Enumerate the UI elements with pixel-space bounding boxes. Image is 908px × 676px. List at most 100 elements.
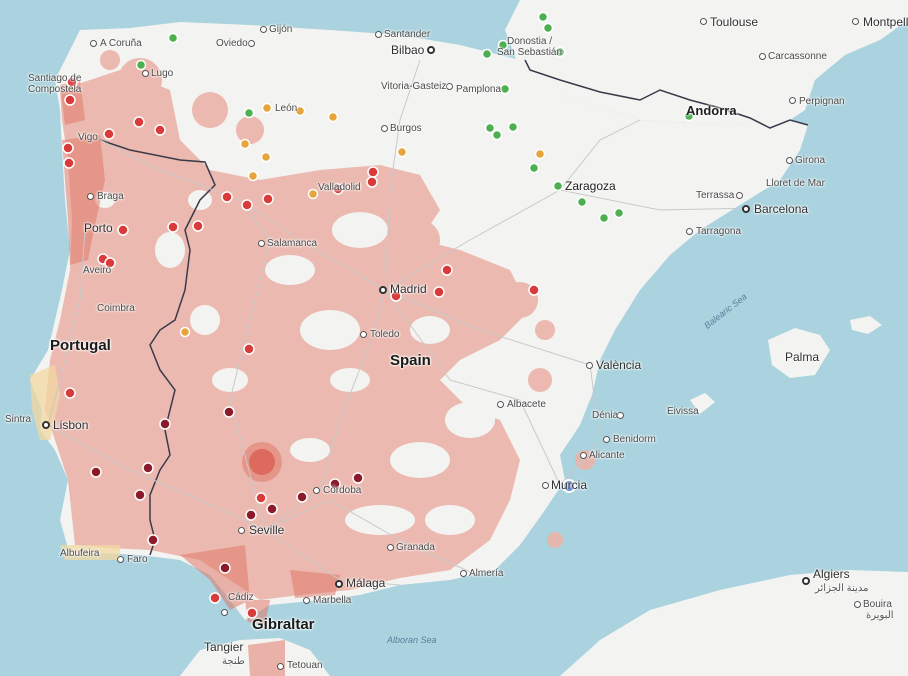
city-label-girona[interactable]: Girona [795,155,825,167]
city-label-salamanca[interactable]: Salamanca [267,238,317,250]
marker-green [542,22,554,34]
city-dot [427,46,435,54]
marker-red [433,286,445,298]
city-label-denia[interactable]: Dénia [592,410,618,422]
city-label-lugo[interactable]: Lugo [151,68,173,80]
city-label-terrassa[interactable]: Terrassa [696,190,734,202]
marker-orange [247,170,259,182]
city-label-carcassonne[interactable]: Carcassonne [768,51,827,63]
city-label-vigo[interactable]: Vigo [78,132,98,144]
city-label-algiers[interactable]: Algiers [813,568,850,580]
city-dot [802,577,810,585]
city-label-alicante[interactable]: Alicante [589,450,625,462]
city-label-murcia[interactable]: Murcia [551,479,587,491]
marker-dark-red [90,466,102,478]
city-label-coimbra[interactable]: Coimbra [97,303,135,315]
city-label-gijon[interactable]: Gijón [269,24,292,36]
marker-orange [239,138,251,150]
city-label-lloret[interactable]: Lloret de Mar [766,178,825,190]
label-gibraltar[interactable]: Gibraltar [252,617,315,632]
city-label-leon[interactable]: León [275,103,297,115]
city-label-braga[interactable]: Braga [97,191,124,203]
city-dot [445,82,453,90]
city-label-barcelona[interactable]: Barcelona [754,203,808,215]
map-canvas [0,0,908,676]
marker-green [576,196,588,208]
marker-red [243,343,255,355]
city-label-toulouse[interactable]: Toulouse [710,16,758,28]
city-label-benidorm[interactable]: Benidorm [613,434,656,446]
marker-orange [261,102,273,114]
city-label-porto[interactable]: Porto [84,222,113,234]
city-label-cordoba[interactable]: Córdoba [323,485,361,497]
city-label-pamplona[interactable]: Pamplona [456,84,501,96]
marker-red [103,128,115,140]
city-dot [758,52,766,60]
marker-orange [179,326,191,338]
city-dot [247,39,255,47]
marker-red [441,264,453,276]
marker-green [499,83,511,95]
marker-dark-red [245,509,257,521]
city-label-acoruna[interactable]: A Coruña [100,38,142,50]
city-label-palma[interactable]: Palma [785,351,819,363]
marker-dark-red [142,462,154,474]
marker-green [507,121,519,133]
city-label-tarragona[interactable]: Tarragona [696,226,741,238]
city-dot [699,17,707,25]
city-dot [685,227,693,235]
city-label-madrid[interactable]: Madrid [390,283,427,295]
marker-dark-red [159,418,171,430]
marker-green [167,32,179,44]
city-label-zaragoza[interactable]: Zaragoza [565,180,616,192]
city-label-tangier[interactable]: Tangier [204,641,243,653]
country-label-portugal: Portugal [50,337,111,354]
city-label-santander[interactable]: Santander [384,29,430,41]
city-label-algiers-arabic: مدينة الجزائر [815,583,869,594]
city-dot [312,486,320,494]
city-label-montpellier[interactable]: Montpell [863,16,908,28]
city-label-seville[interactable]: Seville [249,524,284,536]
city-label-andorra[interactable]: Andorra [686,104,737,117]
city-label-granada[interactable]: Granada [396,542,435,554]
city-label-bilbao[interactable]: Bilbao [391,44,424,56]
city-label-albufeira[interactable]: Albufeira [60,548,99,560]
marker-dark-red [352,472,364,484]
city-label-tetouan[interactable]: Tetouan [287,660,323,672]
sea-label-alboran: Alboran Sea [387,635,437,645]
country-label-spain: Spain [390,352,431,369]
marker-green [243,107,255,119]
marker-green [491,129,503,141]
city-label-perpignan[interactable]: Perpignan [799,96,845,108]
city-dot [259,25,267,33]
city-label-sansebastian[interactable]: San Sebastián [497,47,562,59]
city-label-albacete[interactable]: Albacete [507,399,546,411]
city-label-almeria[interactable]: Almería [469,568,503,580]
city-dot [237,526,245,534]
city-label-faro[interactable]: Faro [127,554,148,566]
city-label-aveiro[interactable]: Aveiro [83,265,111,277]
city-label-sintra[interactable]: Sintra [5,414,31,426]
marker-red [262,193,274,205]
city-label-burgos[interactable]: Burgos [390,123,422,135]
city-dot [785,156,793,164]
city-label-cadiz[interactable]: Cádiz [228,592,254,604]
city-label-valencia[interactable]: València [596,359,641,371]
city-label-eivissa[interactable]: Eivissa [667,406,699,418]
marker-green [613,207,625,219]
city-dot [851,17,859,25]
marker-green [598,212,610,224]
city-label-vitoria[interactable]: Vitoria-Gasteiz [381,81,446,93]
map-view[interactable]: Toulouse Montpell Carcassonne Perpignan … [0,0,908,676]
city-label-marbella[interactable]: Marbella [313,595,351,607]
city-dot [374,30,382,38]
city-label-malaga[interactable]: Málaga [346,577,385,589]
city-label-oviedo[interactable]: Oviedo [216,38,248,50]
city-label-santiago-2[interactable]: Compostela [28,84,81,96]
marker-dark-red [266,503,278,515]
city-label-lisbon[interactable]: Lisbon [53,419,88,431]
city-label-toledo[interactable]: Toledo [370,329,399,341]
city-dot [379,286,387,294]
city-label-valladolid[interactable]: Valladolid [318,182,361,194]
city-dot [220,608,228,616]
